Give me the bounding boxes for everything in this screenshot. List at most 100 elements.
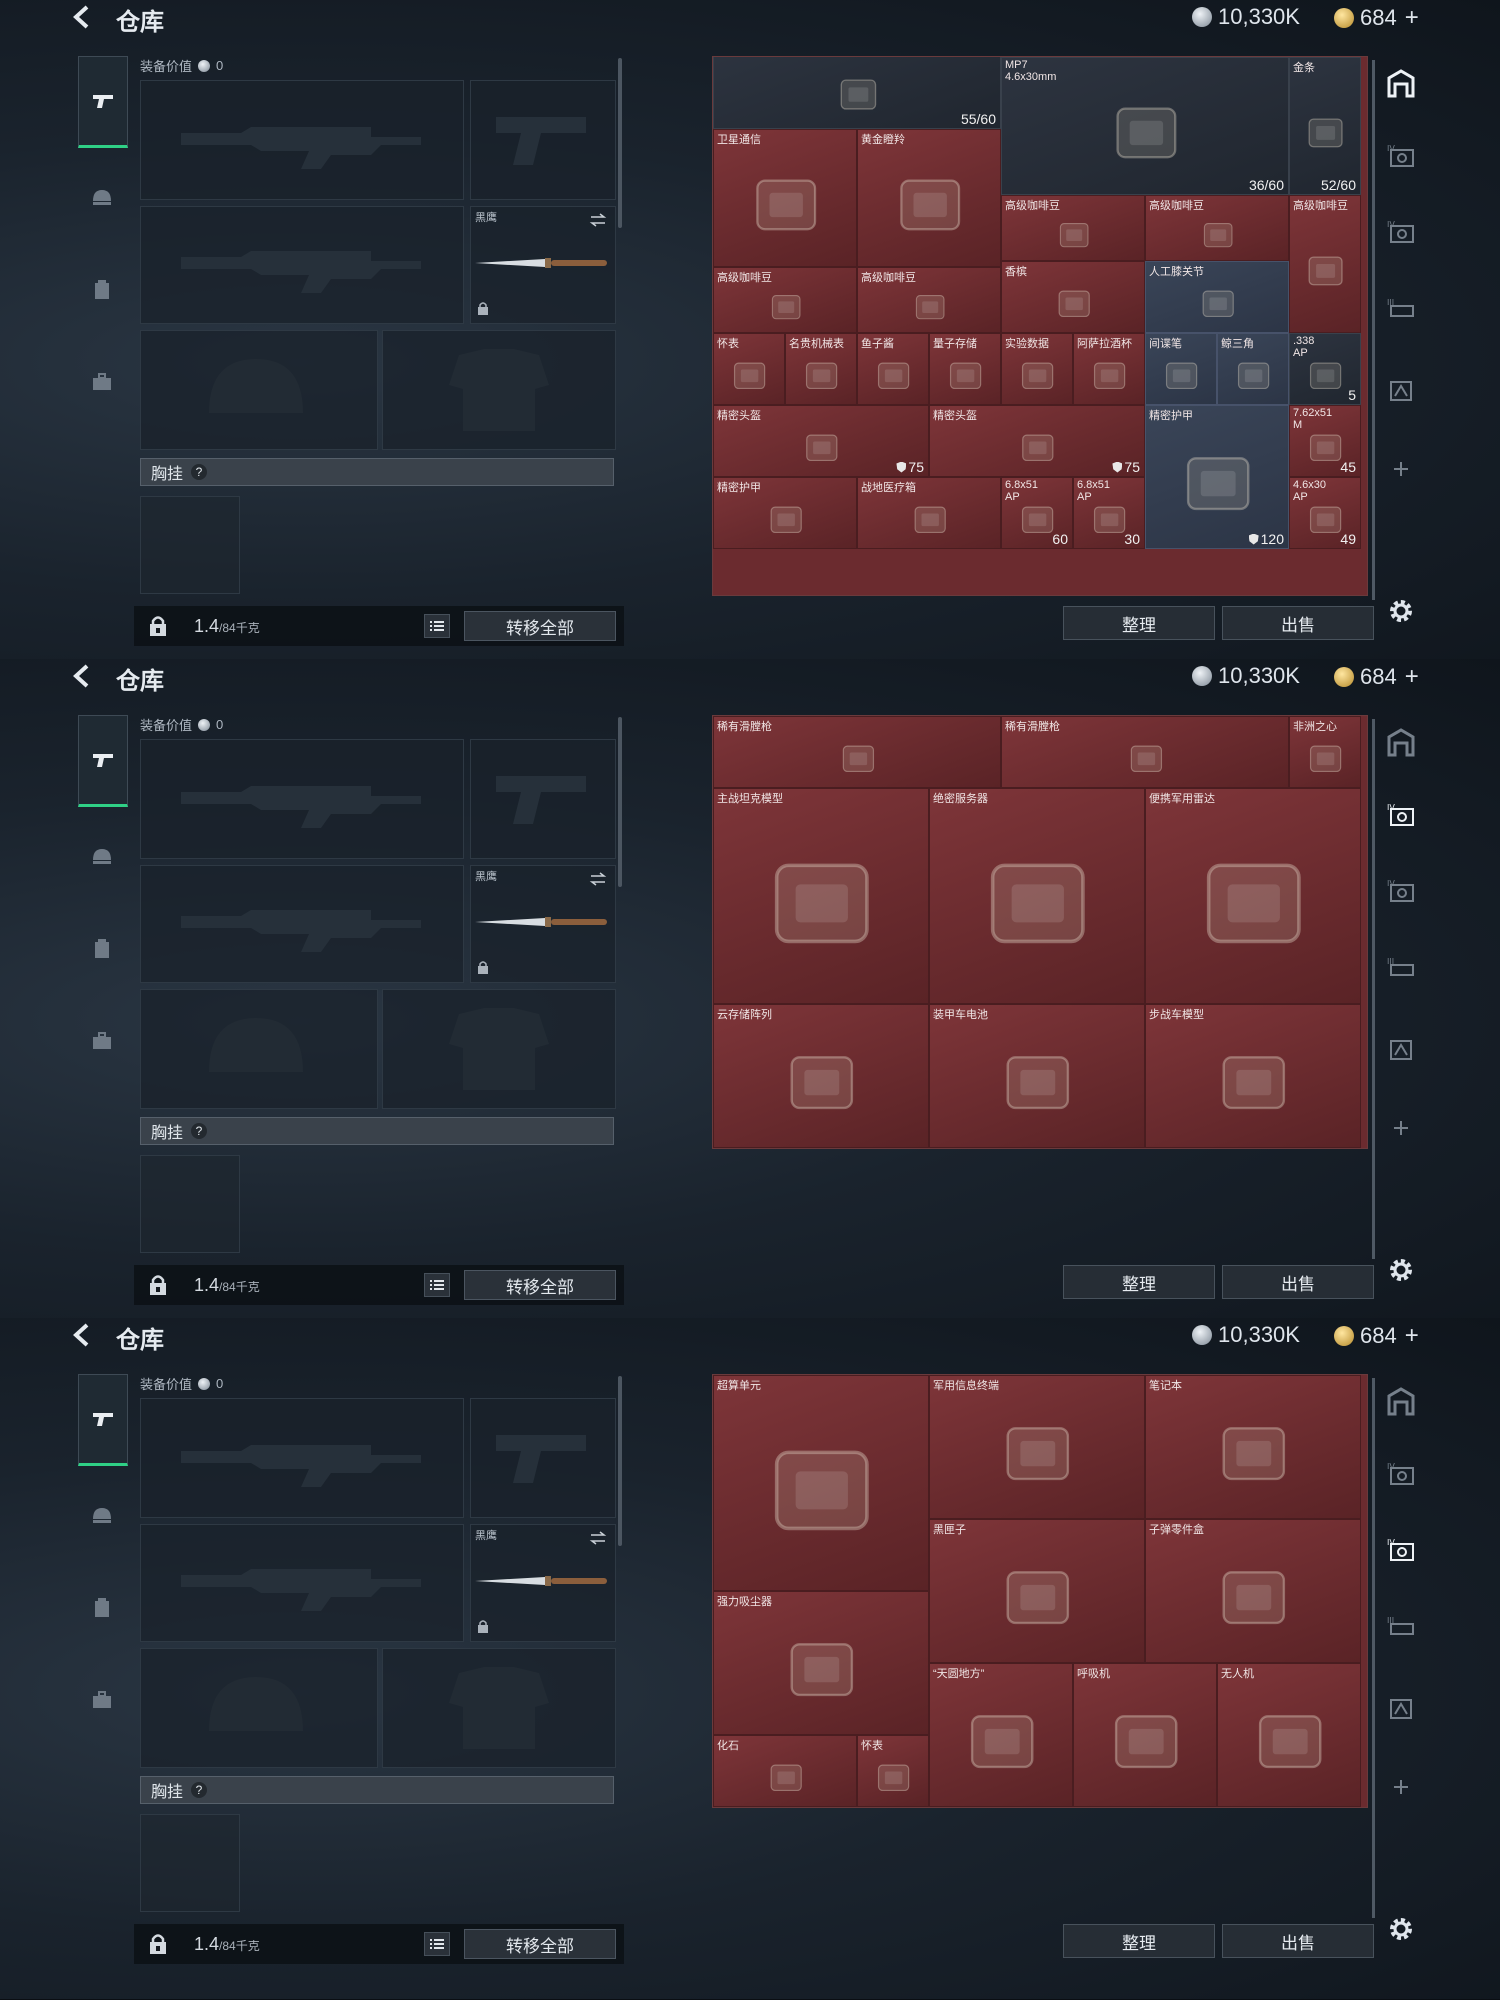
tab-helmet[interactable] [78, 833, 126, 881]
secondary-weapon-slot[interactable] [140, 1524, 464, 1642]
tab-weapons[interactable] [78, 1374, 128, 1466]
help-icon[interactable]: ? [191, 1782, 208, 1798]
inventory-item[interactable]: 阿萨拉酒杯 [1073, 333, 1145, 405]
inventory-item[interactable]: 强力吸尘器 [713, 1591, 929, 1735]
inventory-item[interactable]: 超算单元 [713, 1375, 929, 1591]
silver-currency[interactable]: 10,330K [1192, 1322, 1300, 1348]
inventory-item[interactable]: 鲸三角 [1217, 333, 1289, 405]
add-gold-button[interactable]: + [1405, 663, 1419, 691]
inventory-item[interactable]: 稀有滑膛枪 [713, 716, 1001, 788]
tab-armor[interactable] [78, 925, 126, 973]
tab-storage-3[interactable]: III [1378, 947, 1424, 993]
chest-rig-slot[interactable] [140, 496, 240, 594]
gold-currency[interactable]: 684 + [1334, 663, 1419, 691]
tab-storage-2[interactable] [1378, 1025, 1424, 1071]
warehouse-scrollbar[interactable] [1372, 719, 1375, 1259]
loadout-scrollbar[interactable] [618, 1376, 622, 1546]
tab-home-storage[interactable] [1378, 1378, 1424, 1424]
inventory-item[interactable]: 化石 [713, 1735, 857, 1807]
inventory-item[interactable]: 高级咖啡豆 [713, 267, 857, 333]
swap-icon[interactable] [589, 872, 607, 886]
inventory-item[interactable]: 高级咖啡豆 [1145, 195, 1289, 261]
add-storage-button[interactable] [1378, 1764, 1424, 1810]
tab-backpack[interactable] [78, 358, 126, 406]
inventory-item[interactable]: 精密护甲 [713, 477, 857, 549]
inventory-item[interactable]: 便携军用雷达 [1145, 788, 1361, 1004]
inventory-item[interactable]: 鱼子酱 [857, 333, 929, 405]
add-gold-button[interactable]: + [1405, 1322, 1419, 1350]
gear-icon[interactable] [1386, 1914, 1416, 1944]
inventory-item[interactable]: 量子存储 [929, 333, 1001, 405]
sort-button[interactable]: 整理 [1063, 1924, 1215, 1958]
armor-slot[interactable] [382, 989, 616, 1109]
inventory-item[interactable]: 高级咖啡豆 [857, 267, 1001, 333]
secondary-weapon-slot[interactable] [140, 865, 464, 983]
tab-home-storage[interactable] [1378, 719, 1424, 765]
tab-storage-4a[interactable]: IV [1378, 793, 1424, 839]
gear-icon[interactable] [1386, 596, 1416, 626]
list-view-button[interactable] [424, 614, 450, 638]
inventory-item[interactable]: 名贵机械表 [785, 333, 857, 405]
inventory-item[interactable]: 怀表 [713, 333, 785, 405]
inventory-item[interactable]: 55/60 [713, 57, 1001, 129]
inventory-item[interactable]: 非洲之心 [1289, 716, 1361, 788]
primary-weapon-slot[interactable] [140, 1398, 464, 1518]
transfer-all-button[interactable]: 转移全部 [464, 611, 616, 641]
helmet-slot[interactable] [140, 989, 378, 1109]
pistol-slot[interactable] [470, 1398, 616, 1518]
inventory-item[interactable]: 高级咖啡豆 [1289, 195, 1361, 333]
inventory-item[interactable]: 主战坦克模型 [713, 788, 929, 1004]
tab-backpack[interactable] [78, 1017, 126, 1065]
inventory-item[interactable]: 装甲车电池 [929, 1004, 1145, 1148]
silver-currency[interactable]: 10,330K [1192, 4, 1300, 30]
inventory-item[interactable]: 绝密服务器 [929, 788, 1145, 1004]
inventory-item[interactable]: 军用信息终端 [929, 1375, 1145, 1519]
inventory-item[interactable]: 步战车模型 [1145, 1004, 1361, 1148]
lock-icon[interactable] [148, 615, 168, 637]
tab-weapons[interactable] [78, 56, 128, 148]
tab-helmet[interactable] [78, 1492, 126, 1540]
lock-icon[interactable] [148, 1933, 168, 1955]
inventory-item[interactable]: 战地医疗箱 [857, 477, 1001, 549]
inventory-item[interactable]: 精密护甲 120 [1145, 405, 1289, 549]
loadout-scrollbar[interactable] [618, 58, 622, 228]
armor-slot[interactable] [382, 330, 616, 450]
inventory-item[interactable]: 云存储阵列 [713, 1004, 929, 1148]
tab-armor[interactable] [78, 1584, 126, 1632]
transfer-all-button[interactable]: 转移全部 [464, 1270, 616, 1300]
chest-rig-header[interactable]: 胸挂 ? [140, 1117, 614, 1145]
inventory-item[interactable]: 人工膝关节 [1145, 261, 1289, 333]
tab-storage-2[interactable] [1378, 1684, 1424, 1730]
help-icon[interactable]: ? [191, 464, 208, 480]
inventory-item[interactable]: “天圆地方” [929, 1663, 1073, 1807]
inventory-item[interactable]: 6.8x51 AP 30 [1073, 477, 1145, 549]
inventory-item[interactable]: 实验数据 [1001, 333, 1073, 405]
inventory-item[interactable]: 子弹零件盒 [1145, 1519, 1361, 1663]
inventory-item[interactable]: 精密头盔 75 [713, 405, 929, 477]
help-icon[interactable]: ? [191, 1123, 208, 1139]
primary-weapon-slot[interactable] [140, 80, 464, 200]
inventory-item[interactable]: 高级咖啡豆 [1001, 195, 1145, 261]
tab-storage-2[interactable] [1378, 366, 1424, 412]
inventory-item[interactable]: 怀表 [857, 1735, 929, 1807]
chest-rig-header[interactable]: 胸挂 ? [140, 1776, 614, 1804]
inventory-item[interactable]: 黄金瞪羚 [857, 129, 1001, 267]
inventory-item[interactable]: 卫星通信 [713, 129, 857, 267]
pistol-slot[interactable] [470, 80, 616, 200]
chest-rig-slot[interactable] [140, 1814, 240, 1912]
sell-button[interactable]: 出售 [1222, 1924, 1374, 1958]
tab-backpack[interactable] [78, 1676, 126, 1724]
silver-currency[interactable]: 10,330K [1192, 663, 1300, 689]
tab-storage-4a[interactable]: IV [1378, 134, 1424, 180]
knife-slot[interactable]: 黑鹰 [470, 1524, 616, 1642]
knife-slot[interactable]: 黑鹰 [470, 865, 616, 983]
inventory-item[interactable]: MP7 4.6x30mm 36/60 [1001, 57, 1289, 195]
helmet-slot[interactable] [140, 330, 378, 450]
secondary-weapon-slot[interactable] [140, 206, 464, 324]
sell-button[interactable]: 出售 [1222, 1265, 1374, 1299]
transfer-all-button[interactable]: 转移全部 [464, 1929, 616, 1959]
inventory-item[interactable]: 稀有滑膛枪 [1001, 716, 1289, 788]
list-view-button[interactable] [424, 1273, 450, 1297]
back-arrow-icon[interactable] [70, 1322, 96, 1348]
inventory-item[interactable]: 6.8x51 AP 60 [1001, 477, 1073, 549]
